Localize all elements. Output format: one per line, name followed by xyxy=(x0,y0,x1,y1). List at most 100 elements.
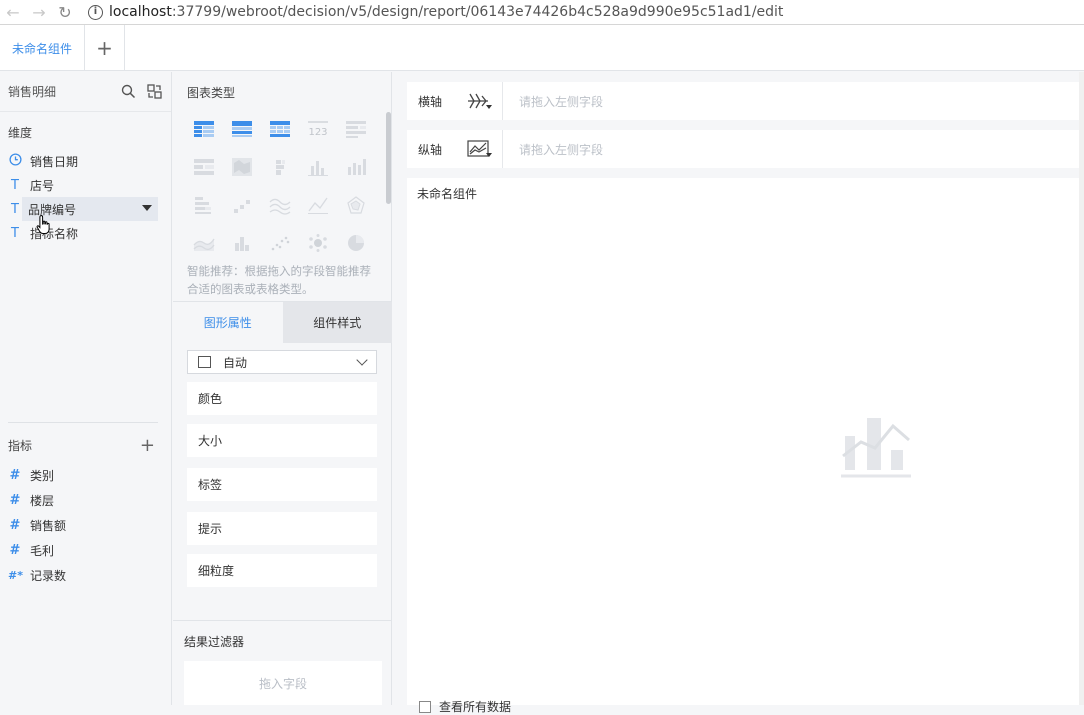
size-property[interactable]: 大小 xyxy=(187,424,377,457)
empty-chart-icon xyxy=(841,418,911,478)
field-label: 店号 xyxy=(30,178,55,193)
metric-list: # 类别 # 楼层 # 销售额 # 毛利 #* 记录数 xyxy=(0,463,171,588)
tab-unnamed-component[interactable]: 未命名组件 xyxy=(0,25,86,71)
show-all-label: 查看所有数据 xyxy=(439,700,512,714)
tab-component-style[interactable]: 组件样式 xyxy=(282,302,392,343)
multi-line-icon[interactable] xyxy=(261,186,299,224)
chart-type-grid: 123 xyxy=(185,110,375,262)
number-type-icon: # xyxy=(9,518,21,533)
step-chart-icon[interactable] xyxy=(223,186,261,224)
component-title[interactable]: 未命名组件 xyxy=(417,185,477,202)
add-metric-icon[interactable]: + xyxy=(140,435,155,456)
chevron-down-icon xyxy=(356,354,368,366)
map-icon[interactable] xyxy=(223,148,261,186)
forward-icon[interactable]: → xyxy=(26,0,52,25)
group-table-icon[interactable] xyxy=(185,110,223,148)
x-axis-label: 横轴 xyxy=(418,94,443,109)
metric-section-header: 指标 + xyxy=(0,430,171,460)
back-icon[interactable]: ← xyxy=(0,0,26,25)
url-host: localhost xyxy=(109,4,172,20)
chart-type-title: 图表类型 xyxy=(187,86,236,100)
text-list-icon[interactable] xyxy=(185,148,223,186)
number-type-icon: # xyxy=(9,493,21,508)
stacked-bar-icon[interactable] xyxy=(261,148,299,186)
tooltip-property[interactable]: 提示 xyxy=(187,512,377,545)
granularity-property[interactable]: 细粒度 xyxy=(187,554,377,587)
field-label: 毛利 xyxy=(30,544,55,558)
kpi-number-icon[interactable]: 123 xyxy=(299,110,337,148)
data-panel: 销售明细 维度 销售日期 T 店号 T 品牌编号 T 指标名称 指标 + # 类… xyxy=(0,72,172,705)
show-all-data-checkbox-row[interactable]: 查看所有数据 xyxy=(419,698,511,715)
scatter-chart-icon[interactable] xyxy=(261,224,299,262)
number-type-icon: # xyxy=(9,468,21,483)
combo-bar-icon[interactable] xyxy=(223,224,261,262)
text-type-icon: T xyxy=(11,177,19,193)
dimension-field[interactable]: T 指标名称 xyxy=(0,221,171,245)
x-axis-shelf[interactable]: 横轴 请拖入左侧字段 xyxy=(407,82,1084,120)
chart-preview-area: 未命名组件 查看所有数据 xyxy=(407,178,1084,714)
info-icon[interactable]: i xyxy=(88,4,103,20)
metric-field[interactable]: # 楼层 xyxy=(0,488,171,513)
show-all-checkbox[interactable] xyxy=(419,700,431,713)
search-icon[interactable] xyxy=(119,83,137,101)
chart-type-scrollbar[interactable] xyxy=(386,112,391,204)
column-chart-icon[interactable] xyxy=(299,148,337,186)
field-label: 楼层 xyxy=(30,494,55,508)
design-canvas: 横轴 请拖入左侧字段 纵轴 请拖入左侧字段 未命名组件 查看所有数据 xyxy=(393,72,1084,714)
metric-field[interactable]: # 类别 xyxy=(0,463,171,488)
label-property[interactable]: 标签 xyxy=(187,468,377,501)
field-label: 记录数 xyxy=(30,569,67,583)
config-panel: 图表类型 123 智能推荐：根据拖入的字段智能推荐合适的图表或表格类型。 图形属… xyxy=(173,72,392,705)
x-axis-type-icon[interactable] xyxy=(453,82,503,120)
detail-table-icon[interactable] xyxy=(261,110,299,148)
url-path: :37799/webroot/decision/v5/design/report… xyxy=(171,4,784,20)
horizontal-bar-icon[interactable] xyxy=(185,186,223,224)
dimension-field[interactable]: 销售日期 xyxy=(0,149,171,173)
bubble-chart-icon[interactable] xyxy=(299,224,337,262)
metric-section-label: 指标 xyxy=(8,438,33,453)
config-tabs: 图形属性 组件样式 xyxy=(173,301,392,343)
pie-chart-icon[interactable] xyxy=(337,224,375,262)
dimension-field[interactable]: T 店号 xyxy=(0,173,171,197)
address-bar[interactable]: i localhost:37799/webroot/decision/v5/de… xyxy=(88,1,783,23)
text-table-icon[interactable] xyxy=(337,110,375,148)
square-shape-icon xyxy=(198,356,211,368)
data-panel-header: 销售明细 xyxy=(0,72,171,112)
result-filter-title: 结果过滤器 xyxy=(184,635,245,649)
count-type-icon: #* xyxy=(8,569,23,582)
grouped-column-icon[interactable] xyxy=(337,148,375,186)
text-type-icon: T xyxy=(11,225,19,241)
metric-field[interactable]: # 毛利 xyxy=(0,538,171,563)
color-property[interactable]: 颜色 xyxy=(187,382,377,415)
number-type-icon: # xyxy=(9,543,21,558)
line-chart-icon[interactable] xyxy=(299,186,337,224)
field-label: 销售日期 xyxy=(30,154,79,169)
y-axis-type-icon[interactable] xyxy=(453,130,503,168)
filter-drop-zone[interactable]: 拖入字段 xyxy=(184,661,382,705)
metric-field[interactable]: # 销售额 xyxy=(0,513,171,538)
component-tabbar: 未命名组件 + xyxy=(0,25,1084,71)
dimension-section-label: 维度 xyxy=(8,125,33,140)
reload-icon[interactable]: ↻ xyxy=(52,0,78,25)
date-type-icon xyxy=(8,152,22,170)
y-axis-label: 纵轴 xyxy=(418,142,443,157)
page-scrollbar[interactable] xyxy=(1079,72,1084,705)
switch-dataset-icon[interactable] xyxy=(145,83,163,101)
cross-table-icon[interactable] xyxy=(223,110,261,148)
text-type-icon: T xyxy=(11,201,19,217)
field-label: 类别 xyxy=(30,469,55,483)
tab-graphic-properties[interactable]: 图形属性 xyxy=(173,302,283,343)
select-value: 自动 xyxy=(223,355,248,370)
hand-cursor-icon xyxy=(36,215,50,234)
svg-text:123: 123 xyxy=(308,127,327,138)
metric-field[interactable]: #* 记录数 xyxy=(0,563,171,588)
caret-down-icon xyxy=(486,105,492,109)
field-dropdown-icon[interactable] xyxy=(142,205,152,211)
y-axis-shelf[interactable]: 纵轴 请拖入左侧字段 xyxy=(407,130,1084,168)
chart-shape-select[interactable]: 自动 xyxy=(187,350,377,374)
area-chart-icon[interactable] xyxy=(185,224,223,262)
caret-down-icon xyxy=(486,153,492,157)
browser-toolbar: ← → ↻ i localhost:37799/webroot/decision… xyxy=(0,0,1084,25)
radar-chart-icon[interactable] xyxy=(337,186,375,224)
add-tab-button[interactable]: + xyxy=(85,25,126,71)
